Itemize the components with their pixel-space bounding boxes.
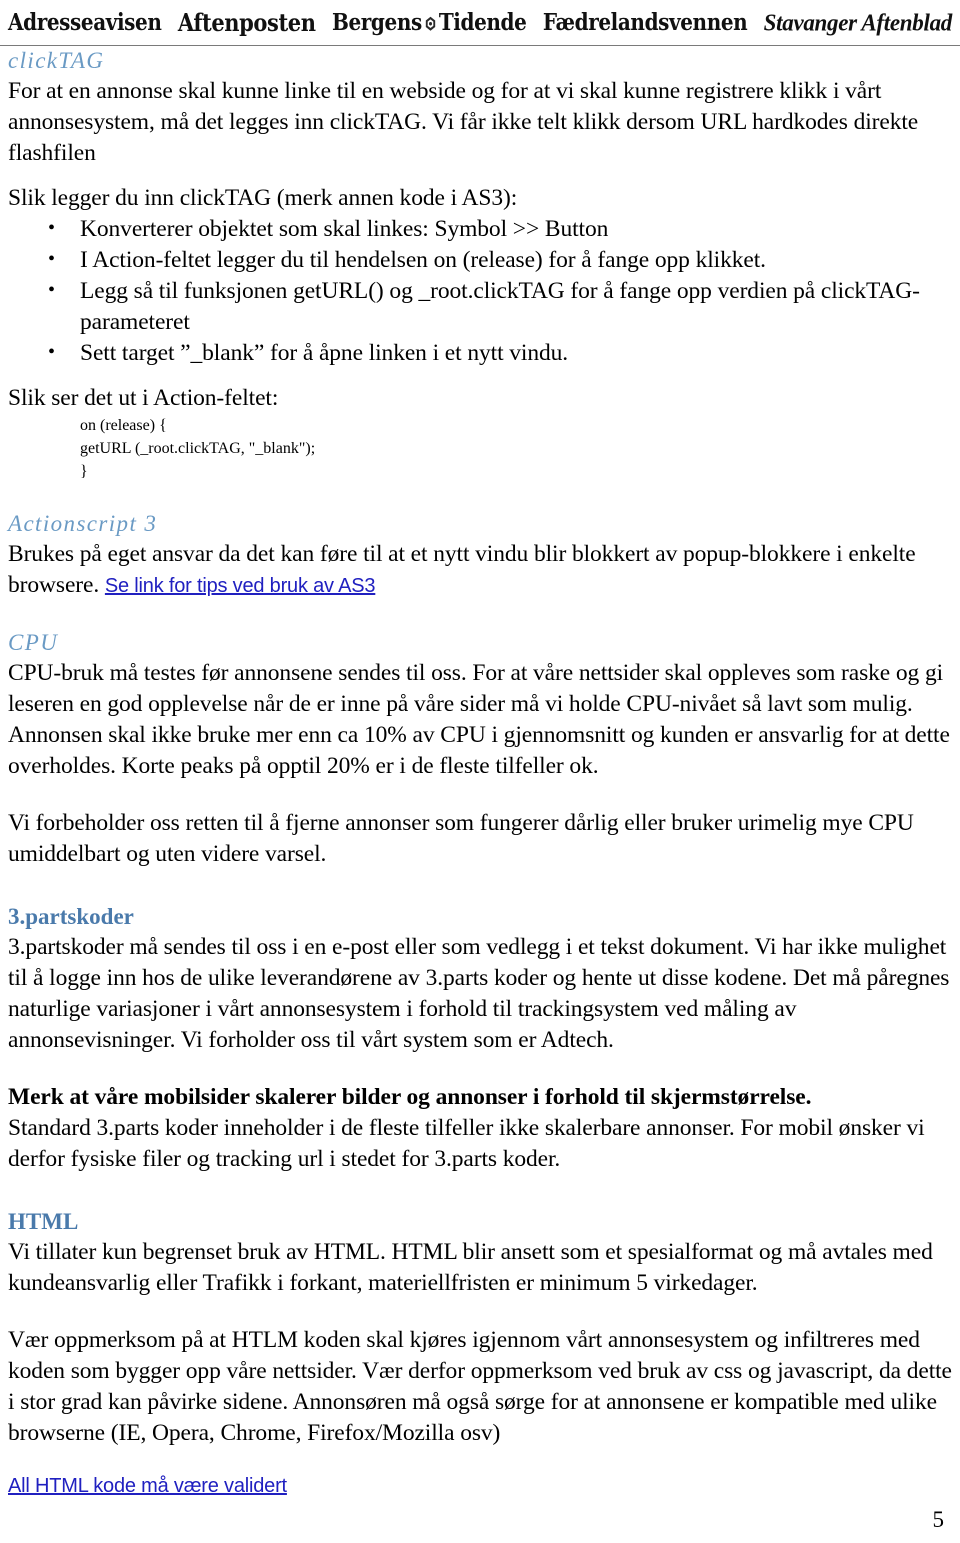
list-item: I Action-feltet legger du til hendelsen …: [48, 244, 952, 276]
masthead-banner: Adresseavisen Aftenposten Bergens Tidend…: [0, 0, 960, 46]
paragraph-partskoder-2: Standard 3.parts koder inneholder i de f…: [8, 1115, 925, 1172]
paragraph-cpu-2: Vi forbeholder oss retten til å fjerne a…: [8, 810, 914, 867]
code-block-actionfield: on (release) { getURL (_root.clickTAG, "…: [80, 417, 316, 480]
logo-bergens-tidende-word2: Tidende: [438, 8, 527, 36]
paragraph-actionscript3: Brukes på eget ansvar da det kan føre ti…: [8, 539, 952, 602]
list-item: Sett target ”_blank” for å åpne linken i…: [48, 337, 952, 369]
link-html-validation[interactable]: All HTML kode må være validert: [8, 1475, 287, 1497]
heading-partskoder: 3.partskoder: [8, 904, 134, 929]
heading-cpu: CPU: [8, 630, 59, 655]
list-item: Konverterer objektet som skal linkes: Sy…: [48, 213, 952, 245]
heading-clicktag: clickTAG: [8, 48, 105, 73]
document-body: clickTAG For at en annonse skal kunne li…: [0, 46, 960, 1498]
row-validation-link: All HTML kode må være validert: [8, 1475, 952, 1498]
heading-actionscript3: Actionscript 3: [8, 511, 158, 536]
paragraph-cpu-1: CPU-bruk må testes før annonsene sendes …: [8, 660, 950, 779]
heading-html: HTML: [8, 1209, 79, 1234]
list-item: Legg så til funksjonen getURL() og _root…: [48, 275, 952, 338]
page-number: 5: [932, 1507, 945, 1532]
logo-fadrelandsvennen: Fædrelandsvennen: [542, 8, 748, 36]
paragraph-code-lead: Slik ser det ut i Action-feltet:: [8, 385, 279, 411]
logo-bergens-tidende-word1: Bergens: [331, 8, 422, 36]
paragraph-partskoder-note: Merk at våre mobilsider skalerer bilder …: [8, 1084, 812, 1110]
paragraph-html-1: Vi tillater kun begrenset bruk av HTML. …: [8, 1239, 933, 1296]
crest-icon: [423, 13, 438, 31]
logo-stavanger-aftenblad: Stavanger Aftenblad: [763, 8, 953, 36]
paragraph-steps-lead: Slik legger du inn clickTAG (merk annen …: [8, 185, 518, 211]
link-as3-tips[interactable]: Se link for tips ved bruk av AS3: [105, 575, 376, 597]
paragraph-partskoder-1: 3.partskoder må sendes til oss i en e-po…: [8, 934, 950, 1053]
logo-bergens-tidende: Bergens Tidende: [331, 8, 527, 36]
logo-adresseavisen: Adresseavisen: [8, 8, 162, 36]
list-clicktag-steps: Konverterer objektet som skal linkes: Sy…: [8, 213, 952, 369]
paragraph-clicktag-intro: For at en annonse skal kunne linke til e…: [8, 78, 919, 166]
logo-aftenposten: Aftenposten: [177, 7, 316, 37]
paragraph-html-2: Vær oppmerksom på at HTLM koden skal kjø…: [8, 1327, 952, 1446]
